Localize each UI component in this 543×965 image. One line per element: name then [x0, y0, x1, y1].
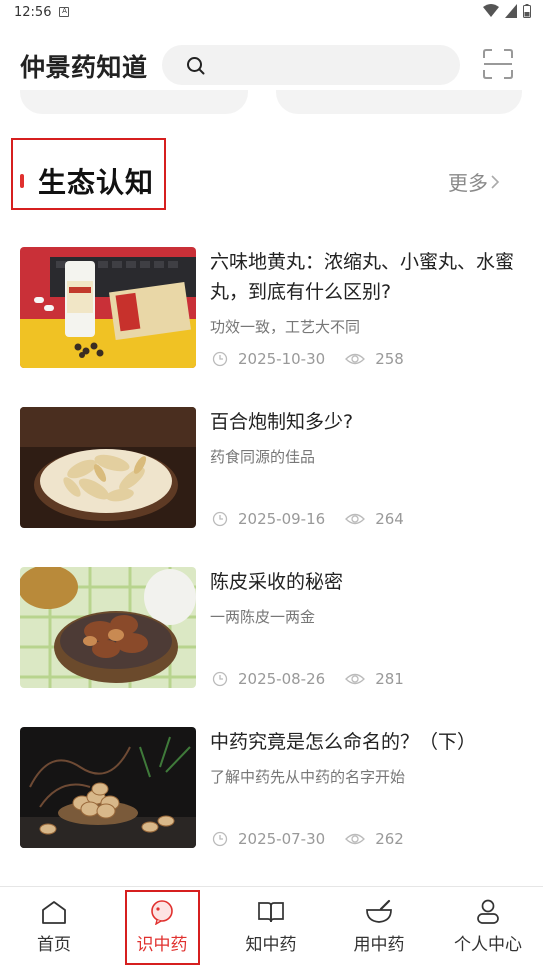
tab-label: 个人中心	[454, 935, 522, 955]
status-indicators	[483, 4, 531, 18]
chevron-right-icon	[491, 174, 500, 189]
mortar-icon	[366, 899, 392, 923]
eye-icon	[345, 833, 366, 845]
article-subtitle: 药食同源的佳品	[210, 448, 316, 466]
article-thumbnail	[20, 727, 196, 848]
eye-icon	[345, 513, 366, 525]
tab-label: 首页	[37, 935, 71, 955]
article-thumbnail	[20, 407, 196, 528]
bottom-tab-bar: 首页 识中药 知中药 用中药 个人中心	[0, 886, 543, 965]
article-date: 2025-07-30	[238, 830, 326, 848]
search-icon	[187, 57, 205, 75]
article-views: 262	[375, 830, 404, 848]
battery-icon	[523, 4, 531, 18]
article-views: 258	[375, 350, 404, 368]
article-date: 2025-09-16	[238, 510, 326, 528]
scan-icon[interactable]	[482, 48, 514, 80]
article-item[interactable]: 六味地黄丸：浓缩丸、小蜜丸、水蜜丸，到底有什么区别? 功效一致，工艺大不同 20…	[20, 247, 530, 369]
eye-icon	[345, 353, 366, 365]
article-subtitle: 一两陈皮一两金	[210, 608, 316, 626]
article-views: 281	[375, 670, 404, 688]
app-header: 仲景药知道	[0, 42, 543, 88]
article-views: 264	[375, 510, 404, 528]
app-title: 仲景药知道	[20, 53, 148, 82]
article-item[interactable]: 百合炮制知多少? 药食同源的佳品 2025-09-16 264	[20, 407, 530, 529]
more-link[interactable]: 更多	[448, 167, 500, 196]
status-time: 12:56	[14, 4, 52, 20]
notification-a-icon: A	[59, 7, 70, 17]
eye-icon	[345, 673, 366, 685]
person-icon	[477, 899, 499, 924]
article-meta: 2025-07-30 262	[212, 829, 404, 849]
article-item[interactable]: 中药究竟是怎么命名的？（下） 了解中药先从中药的名字开始 2025-07-30 …	[20, 727, 530, 849]
tab-know-medicine[interactable]: 知中药	[217, 887, 325, 965]
partial-card-left[interactable]	[20, 90, 248, 114]
more-label: 更多	[448, 171, 488, 195]
article-title: 六味地黄丸：浓缩丸、小蜜丸、水蜜丸，到底有什么区别?	[210, 251, 515, 303]
article-item[interactable]: 陈皮采收的秘密 一两陈皮一两金 2025-08-26 281	[20, 567, 530, 689]
active-tab-highlight-box	[125, 890, 200, 965]
book-icon	[258, 902, 284, 923]
section-title: 生态认知	[38, 166, 155, 199]
article-meta: 2025-09-16 264	[212, 509, 404, 529]
article-thumbnail	[20, 567, 196, 688]
tab-home[interactable]: 首页	[0, 887, 108, 965]
article-date: 2025-08-26	[238, 670, 326, 688]
section-accent-bar	[20, 174, 24, 188]
article-meta: 2025-08-26 281	[212, 669, 404, 689]
tab-label: 用中药	[353, 935, 405, 955]
tab-use-medicine[interactable]: 用中药	[325, 887, 433, 965]
tab-profile[interactable]: 个人中心	[434, 887, 542, 965]
partial-card-right[interactable]	[276, 90, 522, 114]
article-title: 百合炮制知多少?	[210, 411, 354, 433]
article-subtitle: 了解中药先从中药的名字开始	[210, 768, 406, 786]
signal-icon	[505, 4, 517, 18]
home-icon	[42, 901, 66, 924]
tab-label: 知中药	[245, 935, 297, 955]
article-thumbnail	[20, 247, 196, 368]
search-input[interactable]	[162, 45, 460, 85]
wifi-icon	[483, 4, 499, 17]
clock-icon	[212, 831, 228, 847]
clock-icon	[212, 671, 228, 687]
clock-icon	[212, 511, 228, 527]
article-subtitle: 功效一致，工艺大不同	[210, 318, 361, 336]
article-title: 陈皮采收的秘密	[210, 571, 344, 593]
article-meta: 2025-10-30 258	[212, 349, 404, 369]
clock-icon	[212, 351, 228, 367]
status-bar: 12:56 A	[0, 0, 543, 24]
article-title: 中药究竟是怎么命名的？（下）	[210, 731, 477, 753]
article-date: 2025-10-30	[238, 350, 326, 368]
